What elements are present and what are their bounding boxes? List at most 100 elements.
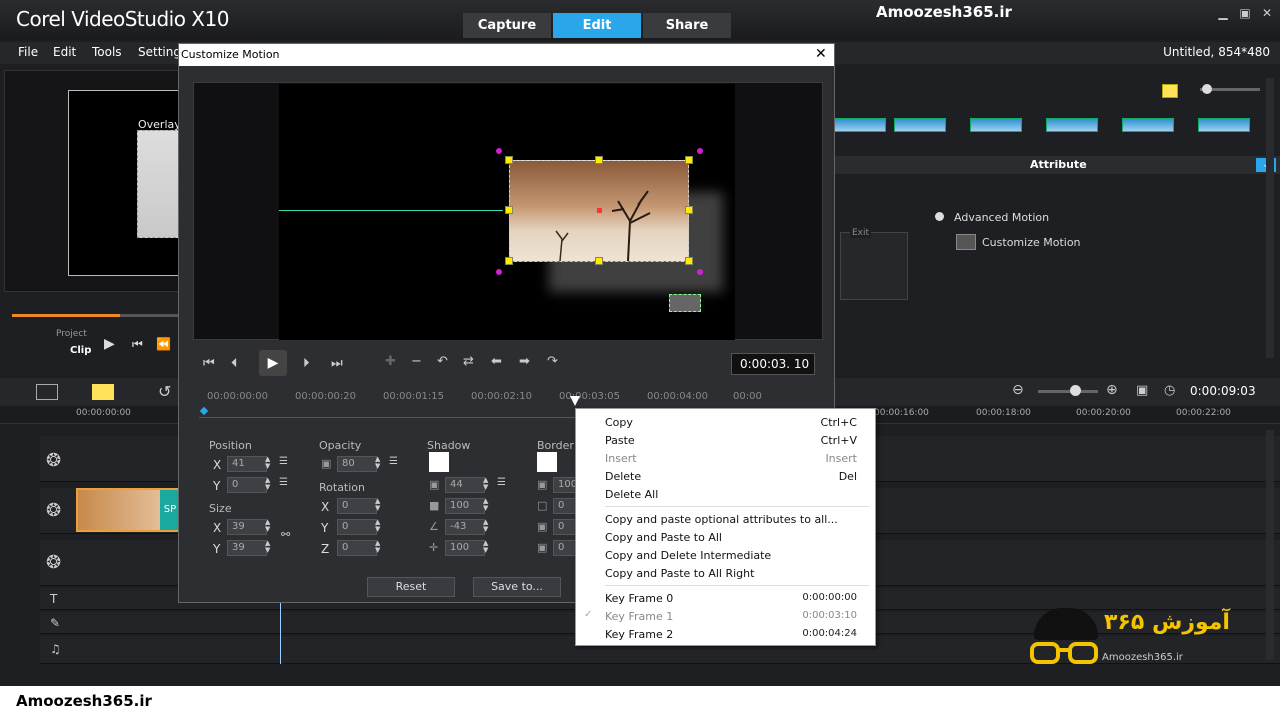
tab-edit[interactable]: Edit (553, 13, 641, 38)
menu-delete[interactable]: Delete (605, 470, 641, 483)
opacity-stepper[interactable]: ▲ ▼ (375, 456, 383, 470)
resize-handle[interactable] (595, 156, 603, 164)
mask-box[interactable] (669, 294, 701, 312)
attribute-tab[interactable]: Attribute (1030, 158, 1087, 171)
rotation-z-field[interactable]: 0 (337, 540, 377, 556)
menu-copy-paste-optional[interactable]: Copy and paste optional attributes to al… (605, 513, 838, 526)
next-frame-icon[interactable]: ⏵ (303, 356, 310, 371)
rotation-x-field[interactable]: 0 (337, 498, 377, 514)
shadow-angle-field[interactable]: -43 (445, 519, 485, 535)
shadow-opacity-field[interactable]: 44 (445, 477, 485, 493)
project-mode-label[interactable]: Project (56, 329, 87, 339)
rotation-x-stepper[interactable]: ▲ ▼ (375, 498, 383, 512)
position-x-stepper[interactable]: ▲ ▼ (265, 456, 273, 470)
menu-tools[interactable]: Tools (92, 45, 122, 59)
size-y-field[interactable]: 39 (227, 540, 267, 556)
prev-frame-icon[interactable]: ⏴ (231, 356, 238, 371)
resize-handle[interactable] (685, 257, 693, 265)
reverse-keyframe-icon[interactable]: ↶ (437, 354, 448, 369)
shadow-blur-stepper[interactable]: ▲ ▼ (483, 498, 491, 512)
swap-keyframe-icon[interactable]: ⇄ (463, 354, 474, 369)
menu-copy-paste-all-right[interactable]: Copy and Paste to All Right (605, 567, 754, 580)
timeline-scrollbar[interactable] (1266, 430, 1274, 660)
minimize-icon[interactable]: ▁ (1215, 6, 1231, 22)
skip-start-icon[interactable]: ⏮ (132, 337, 143, 352)
menu-keyframe-0[interactable]: Key Frame 0 (605, 592, 673, 605)
border-style-field[interactable]: 0 (553, 540, 577, 556)
size-x-stepper[interactable]: ▲ ▼ (265, 519, 273, 533)
library-thumbnail[interactable] (1122, 118, 1174, 132)
library-thumbnail[interactable] (834, 118, 886, 132)
center-point[interactable] (597, 208, 602, 213)
preview-overlay-image[interactable] (137, 130, 181, 238)
shadow-distance-stepper[interactable]: ▲ ▼ (483, 540, 491, 554)
menu-keyframe-2[interactable]: Key Frame 2 (605, 628, 673, 641)
distort-handle[interactable] (496, 269, 502, 275)
resize-handle[interactable] (505, 156, 513, 164)
prev-frame-icon[interactable]: ⏪ (156, 337, 171, 351)
clip-mode-label[interactable]: Clip (70, 345, 91, 356)
border-blur-field[interactable]: 0 (553, 519, 577, 535)
menu-paste[interactable]: Paste (605, 434, 635, 447)
rotation-y-field[interactable]: 0 (337, 519, 377, 535)
dialog-close-icon[interactable]: ✕ (815, 46, 827, 62)
position-y-field[interactable]: 0 (227, 477, 267, 493)
opacity-field[interactable]: 80 (337, 456, 377, 472)
zoom-slider-knob[interactable] (1070, 385, 1081, 396)
rotation-z-stepper[interactable]: ▲ ▼ (375, 540, 383, 554)
position-x-field[interactable]: 41 (227, 456, 267, 472)
view-toggle-icon[interactable] (1162, 84, 1178, 98)
shadow-blur-field[interactable]: 100 (445, 498, 485, 514)
zoom-in-icon[interactable]: ⊕ (1106, 382, 1118, 398)
link-icon[interactable]: ⚯ (281, 528, 290, 541)
skip-end-icon[interactable]: ⏭ (331, 356, 343, 371)
library-scrollbar[interactable] (1266, 78, 1274, 358)
undo-icon[interactable]: ↺ (158, 382, 171, 401)
library-thumbnail[interactable] (894, 118, 946, 132)
zoom-slider[interactable] (1038, 390, 1098, 393)
menu-insert[interactable]: Insert (605, 452, 637, 465)
motion-path[interactable] (279, 210, 503, 211)
size-y-stepper[interactable]: ▲ ▼ (265, 540, 273, 554)
library-thumbnail[interactable] (1046, 118, 1098, 132)
shadow-distance-field[interactable]: 100 (445, 540, 485, 556)
position-y-stepper[interactable]: ▲ ▼ (265, 477, 273, 491)
timeline-time[interactable]: 0:00:09:03 (1190, 384, 1256, 398)
zoom-out-icon[interactable]: ⊖ (1012, 382, 1024, 398)
play-button[interactable]: ▶ (259, 350, 287, 376)
menu-keyframe-1[interactable]: Key Frame 1 (605, 610, 673, 623)
menu-copy-paste-all[interactable]: Copy and Paste to All (605, 531, 722, 544)
border-color-swatch[interactable] (537, 452, 557, 472)
redo-keyframe-icon[interactable]: ↷ (547, 354, 558, 369)
size-x-field[interactable]: 39 (227, 519, 267, 535)
distort-handle[interactable] (697, 148, 703, 154)
play-icon[interactable]: ▶ (104, 336, 115, 352)
exit-direction-grid[interactable] (840, 232, 908, 300)
border-width-field[interactable]: 0 (553, 498, 577, 514)
timecode-field[interactable]: 0:00:03. 10 (731, 353, 815, 375)
advanced-motion-label[interactable]: Advanced Motion (954, 211, 1049, 224)
library-thumbnail[interactable] (1198, 118, 1250, 132)
shadow-opacity-stepper[interactable]: ▲ ▼ (483, 477, 491, 491)
prev-keyframe-icon[interactable]: ⬅ (491, 354, 502, 369)
menu-delete-all[interactable]: Delete All (605, 488, 658, 501)
rotation-y-stepper[interactable]: ▲ ▼ (375, 519, 383, 533)
save-to-button[interactable]: Save to... (473, 577, 561, 597)
resize-handle[interactable] (685, 206, 693, 214)
tab-capture[interactable]: Capture (463, 13, 551, 38)
tab-share[interactable]: Share (643, 13, 731, 38)
reset-button[interactable]: Reset (367, 577, 455, 597)
library-thumbnail[interactable] (970, 118, 1022, 132)
fit-project-icon[interactable]: ▣ (1136, 383, 1148, 398)
advanced-motion-radio[interactable] (935, 212, 944, 221)
position-x-menu-icon[interactable]: ☰ (279, 456, 288, 467)
menu-copy-delete-intermediate[interactable]: Copy and Delete Intermediate (605, 549, 771, 562)
skip-start-icon[interactable]: ⏮ (203, 356, 215, 371)
customize-motion-icon[interactable] (956, 234, 976, 250)
menu-copy[interactable]: Copy (605, 416, 633, 429)
shadow-menu-icon[interactable]: ☰ (497, 477, 506, 488)
distort-handle[interactable] (697, 269, 703, 275)
position-y-menu-icon[interactable]: ☰ (279, 477, 288, 488)
resize-handle[interactable] (505, 257, 513, 265)
maximize-icon[interactable]: ▣ (1237, 6, 1253, 22)
